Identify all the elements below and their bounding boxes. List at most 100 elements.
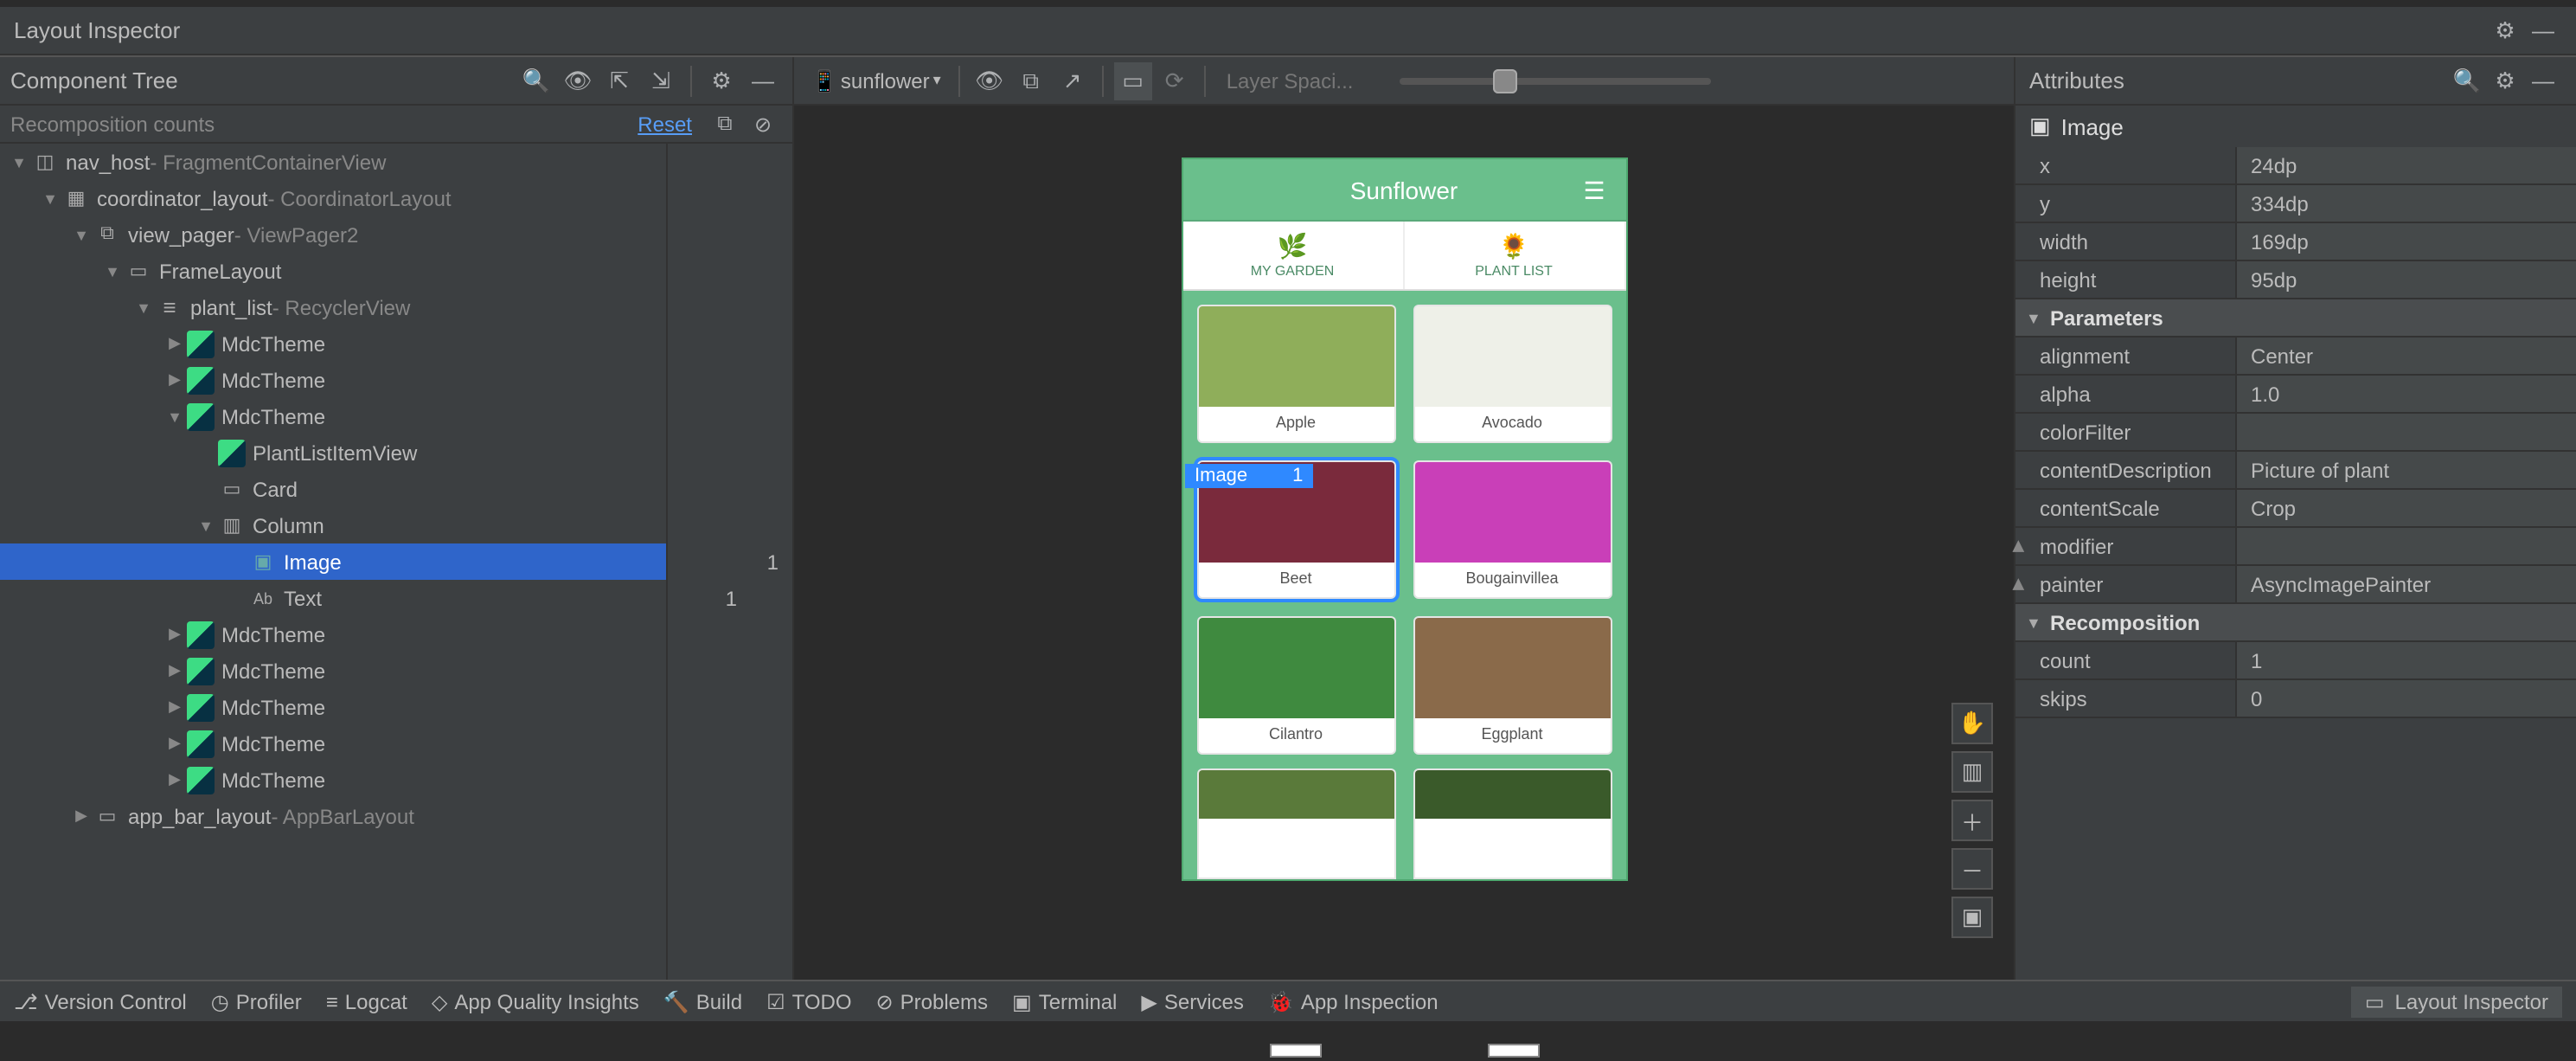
eye-icon[interactable]: 👁 (559, 61, 597, 100)
disable-icon[interactable]: ⊘ (744, 105, 782, 143)
plant-card[interactable]: Cilantro (1196, 616, 1395, 755)
status-bar-item[interactable]: ⎇Version Control (14, 989, 187, 1013)
attribute-row[interactable]: ▶modifier (2015, 528, 2576, 566)
chevron-right-icon[interactable]: ▶ (2009, 578, 2028, 590)
status-bar-item[interactable]: ▣Terminal (1012, 989, 1117, 1013)
zoom-out-icon[interactable]: － (1951, 848, 1993, 890)
chevron-right-icon[interactable]: ▶ (163, 625, 187, 644)
chevron-right-icon[interactable]: ▶ (163, 698, 187, 717)
preview-canvas[interactable]: Sunflower ☰ 🌿 MY GARDEN 🌻 PLANT LIST (794, 106, 2014, 980)
collapse-icon[interactable]: ⇱ (600, 61, 638, 100)
plant-card[interactable]: Bougainvillea (1413, 460, 1612, 599)
chevron-right-icon[interactable]: ▶ (69, 807, 93, 826)
chevron-down-icon[interactable]: ▼ (7, 153, 31, 170)
chevron-down-icon[interactable]: ▼ (100, 262, 125, 280)
refresh-icon[interactable]: ⟳ (1156, 61, 1194, 100)
attribute-value[interactable]: 334dp (2237, 185, 2576, 222)
attribute-row[interactable]: x24dp (2015, 147, 2576, 185)
attribute-row[interactable]: y334dp (2015, 185, 2576, 223)
live-updates-icon[interactable]: 👁 (971, 61, 1009, 100)
attribute-value[interactable]: 1.0 (2237, 376, 2576, 412)
status-bar-item[interactable]: ◇App Quality Insights (432, 989, 639, 1013)
chevron-right-icon[interactable]: ▶ (163, 370, 187, 389)
tree-row[interactable]: ▶MdcTheme (0, 325, 666, 362)
attribute-row[interactable]: count1 (2015, 642, 2576, 680)
attribute-value[interactable]: Picture of plant (2237, 452, 2576, 488)
tab-plant-list[interactable]: 🌻 PLANT LIST (1404, 222, 1625, 289)
expand-icon[interactable]: ⇲ (642, 61, 680, 100)
status-bar-item[interactable]: ⊘Problems (876, 989, 989, 1013)
filter-icon[interactable]: ☰ (1577, 173, 1612, 208)
attribute-value[interactable]: 169dp (2237, 223, 2576, 260)
tree-row[interactable]: ▶MdcTheme (0, 725, 666, 762)
export-icon[interactable]: ↗ (1054, 61, 1092, 100)
tree-row[interactable]: ▼view_pager - ViewPager2 (0, 216, 666, 253)
tree-row[interactable]: ▶MdcTheme (0, 616, 666, 653)
tree-row[interactable]: ▶MdcTheme (0, 362, 666, 398)
component-tree[interactable]: ▼nav_host - FragmentContainerView▼coordi… (0, 144, 666, 980)
hide-icon[interactable]: — (744, 61, 782, 100)
tree-row[interactable]: ▼coordinator_layout - CoordinatorLayout (0, 180, 666, 216)
attribute-value[interactable]: AsyncImagePainter (2237, 566, 2576, 602)
slider-thumb[interactable] (1493, 68, 1517, 93)
tree-row[interactable]: Text (0, 580, 666, 616)
zoom-fit-icon[interactable]: ▣ (1951, 897, 1993, 938)
attribute-row[interactable]: width169dp (2015, 223, 2576, 261)
tree-row[interactable]: Image (0, 543, 666, 580)
status-bar-item[interactable]: ≡Logcat (326, 989, 407, 1013)
chevron-right-icon[interactable]: ▶ (163, 334, 187, 353)
attribute-row[interactable]: colorFilter (2015, 414, 2576, 452)
plant-grid[interactable]: Image 1 AppleAvocadoBeetBougainvilleaCil… (1182, 291, 1625, 768)
tree-row[interactable]: ▼Column (0, 507, 666, 543)
minimize-icon[interactable]: — (2524, 11, 2562, 49)
attribute-row[interactable]: ▶painterAsyncImagePainter (2015, 566, 2576, 604)
copy-icon[interactable]: ⧉ (706, 105, 744, 143)
gear-icon[interactable]: ⚙ (2486, 11, 2524, 49)
status-bar-item[interactable]: ◷Profiler (211, 989, 302, 1013)
attribute-value[interactable]: Center (2237, 338, 2576, 374)
attribute-value[interactable] (2237, 414, 2576, 450)
plant-card-partial[interactable] (1196, 768, 1395, 879)
chevron-down-icon[interactable]: ▼ (38, 190, 62, 207)
attribute-row[interactable]: skips0 (2015, 680, 2576, 718)
section-parameters[interactable]: ▼ Parameters (2015, 299, 2576, 338)
attribute-row[interactable]: contentScaleCrop (2015, 490, 2576, 528)
tree-row[interactable]: ▶app_bar_layout - AppBarLayout (0, 798, 666, 834)
tree-row[interactable]: ▼MdcTheme (0, 398, 666, 434)
tree-row[interactable]: ▶MdcTheme (0, 689, 666, 725)
layer-spacing-slider[interactable] (1400, 77, 1711, 84)
chevron-right-icon[interactable]: ▶ (163, 770, 187, 789)
chevron-right-icon[interactable]: ▶ (163, 734, 187, 753)
tab-my-garden[interactable]: 🌿 MY GARDEN (1182, 222, 1404, 289)
settings-icon[interactable]: ⚙ (702, 61, 740, 100)
reset-link[interactable]: Reset (638, 112, 692, 136)
chevron-down-icon[interactable]: ▼ (194, 517, 218, 534)
tree-row[interactable]: PlantListItemView (0, 434, 666, 471)
chevron-down-icon[interactable]: ▼ (69, 226, 93, 243)
tree-row[interactable]: ▶MdcTheme (0, 762, 666, 798)
status-bar-item[interactable]: ☑TODO (766, 989, 851, 1013)
plant-card[interactable]: Apple (1196, 305, 1395, 443)
zoom-in-icon[interactable]: ＋ (1951, 800, 1993, 841)
attribute-row[interactable]: contentDescriptionPicture of plant (2015, 452, 2576, 490)
chevron-down-icon[interactable]: ▼ (131, 299, 156, 316)
tree-row[interactable]: Card (0, 471, 666, 507)
tree-row[interactable]: ▶MdcTheme (0, 653, 666, 689)
pan-icon[interactable]: ✋ (1951, 703, 1993, 744)
chevron-right-icon[interactable]: ▶ (2009, 540, 2028, 552)
hide-icon[interactable]: — (2524, 61, 2562, 100)
settings-icon[interactable]: ⚙ (2486, 61, 2524, 100)
search-icon[interactable]: 🔍 (2448, 61, 2486, 100)
plant-card[interactable]: Eggplant (1413, 616, 1612, 755)
attribute-row[interactable]: alignmentCenter (2015, 338, 2576, 376)
attribute-value[interactable]: 24dp (2237, 147, 2576, 183)
mode-2d-icon[interactable]: ▭ (1114, 61, 1152, 100)
attribute-value[interactable]: Crop (2237, 490, 2576, 526)
tree-row[interactable]: ▼FrameLayout (0, 253, 666, 289)
attribute-row[interactable]: height95dp (2015, 261, 2576, 299)
tree-row[interactable]: ▼plant_list - RecyclerView (0, 289, 666, 325)
status-bar-active-tool[interactable]: ▭Layout Inspector (2351, 986, 2562, 1017)
plant-card[interactable]: Avocado (1413, 305, 1612, 443)
snapshot-icon[interactable]: ⧉ (1012, 61, 1050, 100)
attribute-value[interactable]: 0 (2237, 680, 2576, 717)
